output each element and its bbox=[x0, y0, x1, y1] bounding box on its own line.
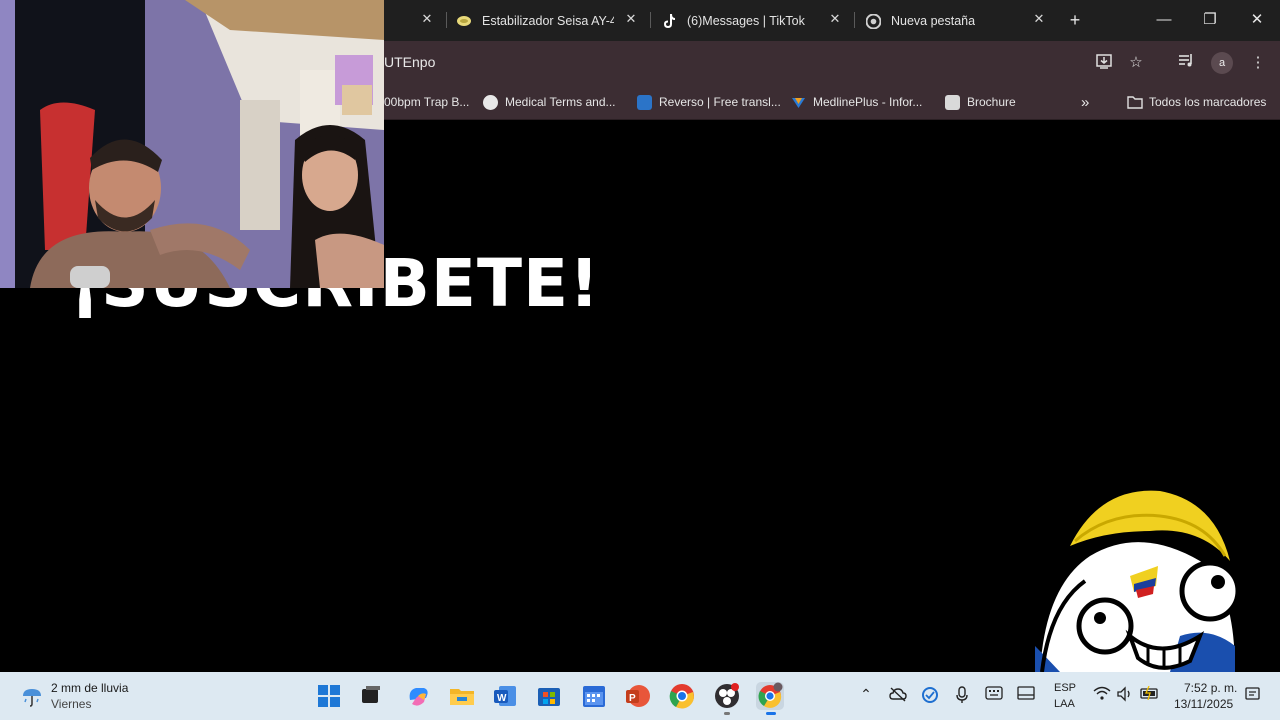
tab-tiktok[interactable]: (6)Messages | TikTok bbox=[661, 6, 821, 36]
screen: ✕ Estabilizador Seisa AY-49 ✕ (6)Message… bbox=[0, 0, 1280, 720]
notifications-icon[interactable] bbox=[1243, 686, 1263, 705]
svg-text:P: P bbox=[629, 693, 636, 704]
brochure-icon bbox=[945, 94, 960, 110]
clock-time[interactable]: 7:52 p. m. bbox=[1184, 681, 1237, 695]
tab-separator bbox=[446, 12, 447, 28]
all-bookmarks-label: Todos los marcadores bbox=[1149, 95, 1267, 109]
bookmark-item[interactable]: Medical Terms and... bbox=[483, 93, 616, 111]
microsoft-store-icon[interactable] bbox=[535, 682, 563, 710]
windows-start-icon[interactable] bbox=[315, 682, 343, 710]
tab-title: Estabilizador Seisa AY-49 bbox=[482, 14, 614, 28]
calendar-icon[interactable] bbox=[580, 682, 608, 710]
bookmark-label: Reverso | Free transl... bbox=[659, 95, 781, 109]
tab-close-button[interactable]: ✕ bbox=[623, 10, 639, 28]
restore-button[interactable]: ❐ bbox=[1198, 8, 1222, 32]
media-control-icon[interactable] bbox=[1175, 52, 1197, 74]
tab-separator bbox=[650, 12, 651, 28]
file-explorer-icon[interactable] bbox=[448, 682, 476, 710]
tab-title: Nueva pestaña bbox=[891, 14, 976, 28]
address-bar[interactable]: UTEnpo bbox=[384, 54, 435, 70]
active-indicator bbox=[766, 712, 776, 715]
volume-icon[interactable] bbox=[1115, 686, 1135, 705]
bookmarks-overflow-button[interactable]: » bbox=[1081, 93, 1089, 111]
tab-estabilizador[interactable]: Estabilizador Seisa AY-49 bbox=[456, 6, 616, 36]
cloud-offline-icon[interactable] bbox=[888, 686, 908, 705]
bookmark-item[interactable]: Reverso | Free transl... bbox=[637, 93, 781, 111]
weather-summary[interactable]: 2 mm de lluvia bbox=[51, 681, 128, 695]
more-menu-icon[interactable]: ⋮ bbox=[1247, 52, 1269, 74]
battery-icon[interactable] bbox=[1140, 685, 1160, 703]
tab-close-button[interactable]: ✕ bbox=[1031, 10, 1047, 28]
all-bookmarks-button[interactable]: Todos los marcadores bbox=[1127, 93, 1266, 111]
bookmark-label: MedlinePlus - Infor... bbox=[813, 95, 923, 109]
word-icon[interactable]: W bbox=[491, 682, 519, 710]
copilot-icon[interactable] bbox=[404, 682, 432, 710]
chrome-taskbar-icon[interactable] bbox=[668, 682, 696, 710]
bookmark-item[interactable]: 00bpm Trap B... bbox=[384, 93, 469, 111]
powerpoint-icon[interactable]: P bbox=[623, 682, 651, 710]
obs-studio-icon[interactable] bbox=[713, 682, 741, 710]
webcam-overlay bbox=[0, 0, 384, 288]
running-indicator bbox=[724, 712, 730, 715]
windows-taskbar: 2 mm de lluvia Viernes W P ⌃ ESP LAA 7:5… bbox=[0, 672, 1280, 720]
edge-sync-icon[interactable] bbox=[920, 686, 940, 707]
minimize-button[interactable]: — bbox=[1152, 8, 1176, 32]
tab-title: (6)Messages | TikTok bbox=[687, 14, 805, 28]
show-hidden-icons-icon[interactable]: ⌃ bbox=[856, 686, 876, 703]
tiktok-icon bbox=[661, 13, 677, 29]
chrome-profile-taskbar-icon[interactable] bbox=[756, 682, 784, 710]
mascot-illustration bbox=[1035, 490, 1240, 672]
bookmark-star-icon[interactable]: ☆ bbox=[1125, 52, 1147, 74]
medlineplus-icon bbox=[791, 95, 806, 110]
tab-nueva-pestana[interactable]: Nueva pestaña bbox=[865, 6, 1025, 36]
profile-avatar[interactable]: a bbox=[1211, 52, 1233, 74]
bookmark-label: Brochure bbox=[967, 95, 1016, 109]
keyboard-icon[interactable] bbox=[984, 686, 1004, 703]
chrome-icon bbox=[865, 13, 881, 29]
reverso-icon bbox=[637, 94, 652, 110]
medical-terms-icon bbox=[483, 94, 498, 110]
rain-cloud-icon[interactable] bbox=[20, 684, 44, 708]
weather-day: Viernes bbox=[51, 697, 92, 711]
bookmark-item[interactable]: MedlinePlus - Infor... bbox=[791, 93, 922, 111]
microphone-icon[interactable] bbox=[952, 686, 972, 707]
tab-close-button[interactable]: ✕ bbox=[419, 10, 435, 28]
input-language[interactable]: ESP bbox=[1054, 682, 1076, 694]
install-app-icon[interactable] bbox=[1093, 52, 1115, 74]
new-tab-button[interactable]: + bbox=[1063, 8, 1087, 32]
bookmark-label: Medical Terms and... bbox=[505, 95, 616, 109]
clock-date[interactable]: 13/11/2025 bbox=[1174, 697, 1233, 711]
svg-text:W: W bbox=[497, 693, 507, 704]
folder-icon bbox=[1127, 95, 1143, 110]
tablet-mode-icon[interactable] bbox=[1016, 686, 1036, 703]
input-layout[interactable]: LAA bbox=[1054, 698, 1075, 710]
task-view-icon[interactable] bbox=[357, 682, 385, 710]
wifi-icon[interactable] bbox=[1092, 686, 1112, 703]
bookmark-item[interactable]: Brochure bbox=[945, 93, 1016, 111]
bookmark-label: 00bpm Trap B... bbox=[384, 95, 470, 109]
close-window-button[interactable]: ✕ bbox=[1245, 8, 1269, 32]
tab-close-button[interactable]: ✕ bbox=[827, 10, 843, 28]
tab-separator bbox=[854, 12, 855, 28]
tab-favicon-yellow-icon bbox=[456, 13, 472, 29]
